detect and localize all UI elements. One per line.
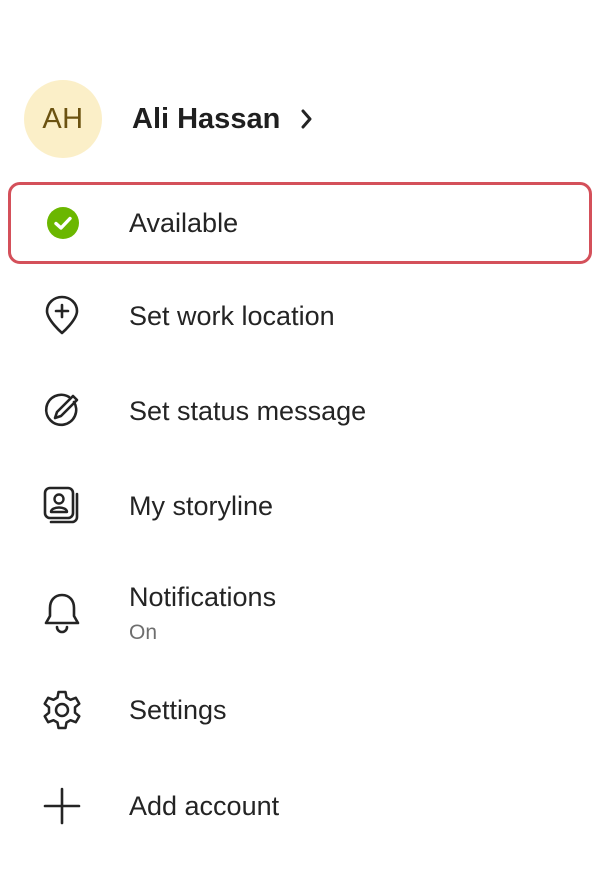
menu-item-settings[interactable]: Settings	[0, 688, 600, 732]
menu-item-set-status-message[interactable]: Set status message	[0, 389, 600, 433]
chevron-right-icon	[300, 108, 314, 130]
menu-item-label: Set status message	[129, 395, 367, 426]
profile-header[interactable]: AH Ali Hassan	[24, 80, 314, 158]
bell-icon	[40, 591, 84, 635]
status-available-item[interactable]: Available	[8, 182, 592, 264]
menu-item-label: My storyline	[129, 490, 274, 521]
menu-item-label: Set work location	[129, 300, 335, 331]
menu-item-add-account[interactable]: Add account	[0, 784, 600, 828]
available-check-icon	[41, 201, 85, 245]
profile-name: Ali Hassan	[132, 102, 281, 135]
avatar: AH	[24, 80, 102, 158]
notifications-status: On	[129, 621, 158, 644]
storyline-icon	[40, 484, 84, 528]
menu-item-set-work-location[interactable]: Set work location	[0, 294, 600, 338]
status-label: Available	[129, 207, 239, 238]
menu-item-label: Add account	[129, 790, 280, 821]
menu-item-label: Notifications	[129, 582, 277, 612]
menu-item-label: Settings	[129, 694, 227, 725]
menu-item-my-storyline[interactable]: My storyline	[0, 484, 600, 528]
menu-item-notifications[interactable]: Notifications On	[0, 582, 600, 644]
plus-icon	[40, 784, 84, 828]
location-add-icon	[40, 294, 84, 338]
gear-icon	[40, 688, 84, 732]
edit-pencil-icon	[40, 389, 84, 433]
